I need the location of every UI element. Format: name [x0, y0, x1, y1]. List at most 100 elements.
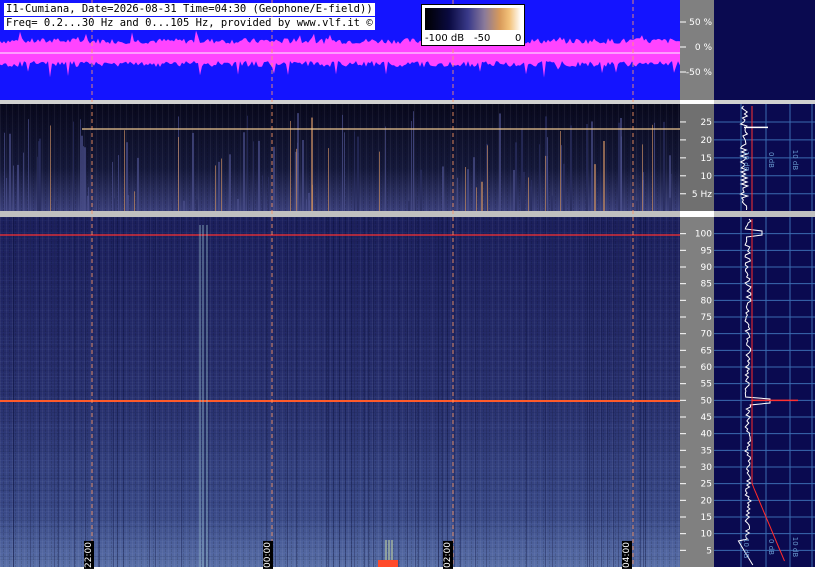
- low-frequency-burst: [378, 560, 398, 567]
- low-frequency-streak: [4, 132, 5, 211]
- low-frequency-streak: [192, 132, 194, 211]
- main-spectrogram-column: [407, 217, 408, 567]
- main-spectrogram-column: [345, 217, 346, 567]
- low-frequency-streak: [528, 177, 529, 211]
- low-frequency-streak: [196, 199, 198, 211]
- low-frequency-streak: [112, 161, 113, 211]
- main-spectrogram-column: [149, 217, 150, 567]
- colorbar-label-mid: -50: [474, 33, 491, 44]
- low-frequency-streak: [591, 121, 593, 211]
- low-frequency-streak: [316, 197, 317, 211]
- low-frequency-tick-label: 10: [701, 172, 713, 182]
- main-spectrogram-column: [640, 217, 641, 567]
- low-frequency-streak: [23, 152, 24, 211]
- low-frequency-streak: [50, 125, 51, 211]
- low-frequency-streak: [183, 200, 185, 211]
- main-spectrogram-column: [601, 217, 602, 567]
- low-frequency-tick-label: 15: [701, 154, 712, 164]
- main-spectrogram-column: [58, 217, 59, 567]
- time-label-2200: 22:00: [84, 541, 94, 569]
- low-frequency-streak: [473, 157, 475, 211]
- main-spectrogram-column: [204, 217, 205, 567]
- panel-separator: [0, 211, 680, 217]
- main-frequency-tick-label: 95: [701, 246, 712, 256]
- low-frequency-streak: [88, 187, 89, 211]
- main-frequency-tick-label: 45: [701, 413, 712, 423]
- low-frequency-streak: [411, 121, 412, 211]
- panel-separator: [714, 211, 815, 217]
- low-frequency-streak: [515, 142, 517, 211]
- low-frequency-streak: [81, 135, 83, 211]
- low-frequency-streak: [669, 197, 671, 211]
- low-frequency-streak: [84, 147, 86, 211]
- main-spectrogram-column: [99, 217, 100, 567]
- low-frequency-tick-label: 20: [701, 136, 713, 146]
- low-frequency-streak: [243, 132, 245, 211]
- main-spectrogram-column: [426, 217, 427, 567]
- low-frequency-streak: [442, 166, 444, 211]
- main-spectrogram-column: [415, 217, 416, 567]
- low-frequency-streak: [290, 120, 291, 211]
- main-frequency-tick-label: 90: [701, 263, 713, 273]
- low-frequency-streak: [531, 180, 532, 211]
- low-frequency-streak: [642, 144, 643, 211]
- low-frequency-streak: [273, 146, 275, 211]
- low-frequency-streak: [420, 169, 422, 211]
- time-label-0400: 04:00: [622, 541, 632, 569]
- spectrum-top-db-label: 0 dB: [767, 152, 775, 168]
- main-frequency-tick-label: 55: [701, 380, 712, 390]
- low-frequency-streak: [385, 126, 386, 211]
- low-frequency-streak: [124, 130, 125, 211]
- low-frequency-streak: [172, 190, 173, 211]
- main-spectrogram-column: [587, 217, 588, 567]
- low-frequency-streak: [178, 137, 179, 211]
- main-spectrogram-column: [368, 217, 369, 567]
- low-frequency-streak: [302, 140, 304, 211]
- main-frequency-tick-label: 70: [701, 330, 713, 340]
- low-frequency-streak: [97, 200, 98, 211]
- time-label-0000: 00:00: [263, 541, 273, 569]
- colorbar-gradient: [425, 8, 521, 30]
- main-spectrogram-column: [13, 217, 14, 567]
- main-spectrogram-column: [39, 217, 40, 567]
- low-frequency-streak: [586, 124, 588, 211]
- main-spectrogram-column: [398, 217, 399, 567]
- main-spectrogram-column: [296, 217, 297, 567]
- main-spectrogram-column: [113, 217, 114, 567]
- amplitude-tick-label: 50 %: [689, 18, 712, 28]
- low-frequency-noise: [0, 104, 680, 211]
- low-frequency-streak: [253, 141, 254, 211]
- low-frequency-streak: [408, 200, 410, 211]
- low-frequency-streak: [545, 155, 546, 211]
- low-frequency-streak: [17, 164, 19, 211]
- spectrum-top-db-label: 10 dB: [791, 150, 799, 171]
- header-station-line: I1-Cumiana, Date=2026-08-31 Time=04:30 (…: [4, 3, 375, 16]
- low-frequency-streak: [594, 164, 596, 211]
- low-frequency-streak: [137, 157, 139, 211]
- low-frequency-streak: [221, 158, 222, 211]
- low-frequency-streak: [639, 189, 640, 211]
- low-frequency-streak: [487, 145, 488, 211]
- main-spectrogram-column: [333, 217, 334, 567]
- main-frequency-tick-label: 65: [701, 346, 712, 356]
- main-frequency-tick-label: 35: [701, 446, 712, 456]
- main-spectrogram-column: [475, 217, 476, 567]
- low-frequency-streak: [652, 124, 653, 211]
- main-spectrogram-column: [339, 217, 340, 567]
- main-frequency-tick-label: 75: [701, 313, 712, 323]
- low-frequency-streak: [476, 187, 477, 211]
- main-spectrogram-column: [85, 217, 86, 567]
- low-frequency-tick-label: 25: [701, 118, 712, 128]
- low-frequency-streak: [215, 165, 216, 211]
- main-spectrogram-column: [54, 217, 55, 567]
- low-frequency-streak: [415, 197, 416, 211]
- spectrum-top-db-label: -10 dB: [742, 149, 750, 172]
- low-frequency-streak: [481, 181, 483, 211]
- low-frequency-streak: [603, 140, 605, 211]
- main-spectrogram-column: [287, 217, 288, 567]
- amplitude-tick-label: -50 %: [686, 68, 713, 78]
- low-frequency-streak: [258, 140, 260, 211]
- spectrogram-canvas: 50 %0 %-50 % 252015105 Hz 10095908580757…: [0, 0, 815, 567]
- main-spectrogram-column: [205, 217, 206, 567]
- main-frequency-tick-label: 20: [701, 496, 713, 506]
